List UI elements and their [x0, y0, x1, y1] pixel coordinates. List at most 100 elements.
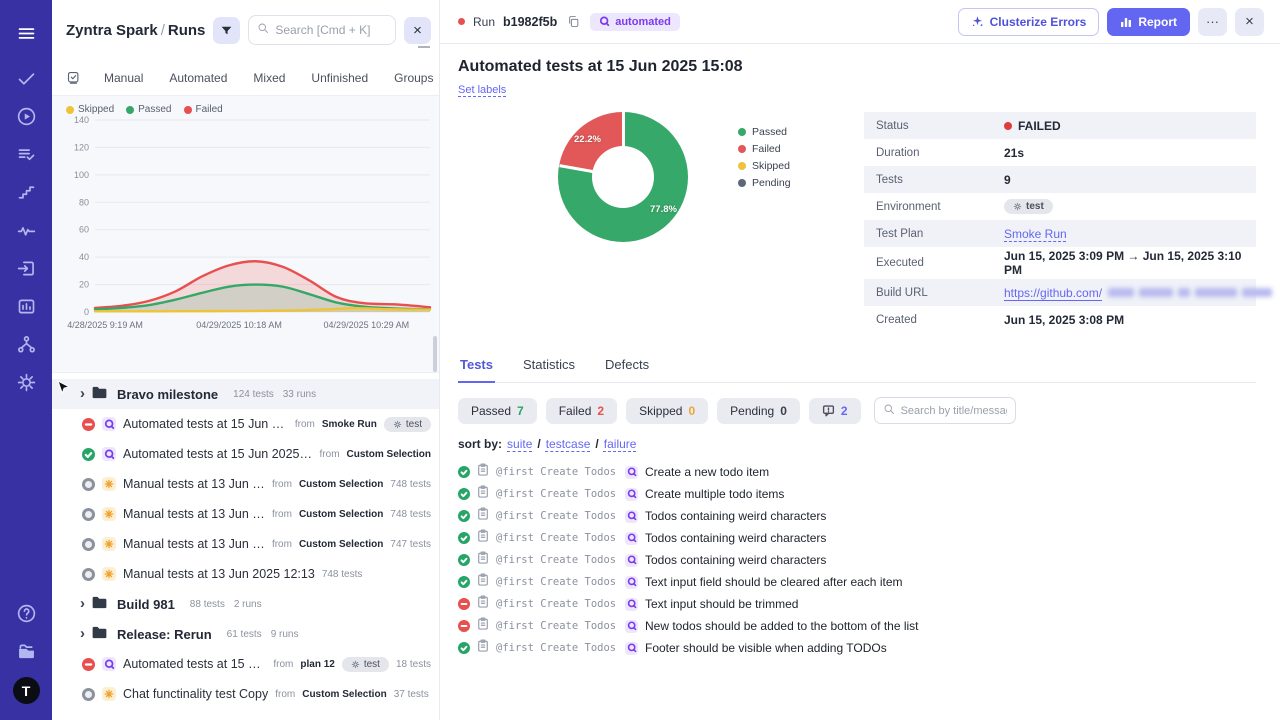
test-title[interactable]: Todos containing weird characters	[645, 553, 826, 567]
projects-icon[interactable]	[14, 639, 38, 663]
chevron-right-icon[interactable]: ›	[80, 386, 85, 401]
tests-search-input[interactable]	[901, 405, 1007, 417]
test-title[interactable]: Create multiple todo items	[645, 487, 784, 501]
help-icon[interactable]	[14, 601, 38, 625]
tab-statistics[interactable]: Statistics	[521, 351, 577, 382]
group-name[interactable]: Build 981	[117, 597, 175, 612]
set-labels-link[interactable]: Set labels	[458, 84, 506, 96]
panel-scrollbar[interactable]	[433, 336, 437, 372]
clusterize-errors-button[interactable]: Clusterize Errors	[958, 8, 1100, 36]
group-name[interactable]: Release: Rerun	[117, 627, 212, 642]
test-title[interactable]: Text input field should be cleared after…	[645, 575, 902, 589]
run-title[interactable]: Automated tests at 15 Jun 2025 15:08	[123, 417, 288, 431]
copy-icon[interactable]	[567, 15, 580, 28]
run-source[interactable]: Smoke Run	[322, 419, 377, 430]
report-button[interactable]: Report	[1107, 8, 1190, 36]
run-source[interactable]: Custom Selection	[347, 449, 431, 460]
run-row[interactable]: Manual tests at 13 Jun 2025 12:17 from C…	[52, 469, 439, 499]
chevron-right-icon[interactable]: ›	[80, 626, 85, 641]
sort-by-suite[interactable]: suite	[507, 437, 532, 451]
steps-icon[interactable]	[14, 180, 38, 204]
run-row[interactable]: Manual tests at 13 Jun 2025 12:13 from C…	[52, 529, 439, 559]
comments-filter-chip[interactable]: 2	[809, 398, 861, 424]
run-source[interactable]: Custom Selection	[299, 539, 383, 550]
tab-groups[interactable]: Groups	[381, 71, 446, 85]
analytics-icon[interactable]	[14, 294, 38, 318]
chevron-right-icon[interactable]: ›	[80, 596, 85, 611]
test-row[interactable]: @first Create Todos... Todos containing …	[458, 549, 1256, 571]
run-title[interactable]: Automated tests at 15 May 2025 12:32	[123, 657, 266, 671]
test-row[interactable]: @first Create Todos... Todos containing …	[458, 505, 1256, 527]
test-row[interactable]: @first Create Todos... Text input should…	[458, 593, 1256, 615]
run-row[interactable]: Manual tests at 13 Jun 2025 12:16 from C…	[52, 499, 439, 529]
run-title[interactable]: Manual tests at 13 Jun 2025 12:13	[123, 537, 265, 551]
tab-manual[interactable]: Manual	[91, 71, 156, 85]
filter-pending-chip[interactable]: Pending0	[717, 398, 800, 424]
filter-passed-chip[interactable]: Passed7	[458, 398, 537, 424]
app-logo[interactable]: T	[13, 677, 40, 704]
run-title[interactable]: Manual tests at 13 Jun 2025 12:17	[123, 477, 265, 491]
more-button[interactable]: ···	[1198, 8, 1227, 36]
test-plan-link[interactable]: Smoke Run	[1004, 227, 1067, 241]
test-row[interactable]: @first Create Todos... Text input field …	[458, 571, 1256, 593]
build-url-link[interactable]: https://github.com/	[1004, 286, 1102, 300]
run-title[interactable]: Manual tests at 13 Jun 2025 12:13	[123, 567, 315, 581]
tab-tests[interactable]: Tests	[458, 351, 495, 383]
run-row[interactable]: Manual tests at 13 Jun 2025 12:13 748 te…	[52, 559, 439, 589]
run-group-row[interactable]: › Bravo milestone 124 tests 33 runs	[52, 379, 439, 409]
runs-list-icon[interactable]	[14, 142, 38, 166]
run-row[interactable]: Automated tests at 15 Jun 2025 15:08 fro…	[52, 409, 439, 439]
skipped-legend-dot	[738, 162, 746, 170]
menu-icon[interactable]	[14, 21, 38, 45]
filter-button[interactable]	[213, 17, 240, 44]
pulse-icon[interactable]	[14, 218, 38, 242]
run-title[interactable]: Manual tests at 13 Jun 2025 12:16	[123, 507, 265, 521]
test-row[interactable]: @first Create Todos... Create a new todo…	[458, 461, 1256, 483]
run-row[interactable]: Automated tests at 15 Jun 2025 15:01 fro…	[52, 439, 439, 469]
panel-resize-grip[interactable]	[418, 46, 430, 49]
test-row[interactable]: @first Create Todos... Footer should be …	[458, 637, 1256, 659]
run-source[interactable]: Custom Selection	[299, 509, 383, 520]
test-title[interactable]: Text input should be trimmed	[645, 597, 798, 611]
test-row[interactable]: @first Create Todos... Todos containing …	[458, 527, 1256, 549]
import-icon[interactable]	[14, 256, 38, 280]
tests-search[interactable]	[874, 397, 1016, 424]
run-group-row[interactable]: › Build 981 88 tests 2 runs	[52, 589, 439, 619]
test-row[interactable]: @first Create Todos... New todos should …	[458, 615, 1256, 637]
filter-failed-chip[interactable]: Failed2	[546, 398, 617, 424]
branches-icon[interactable]	[14, 332, 38, 356]
close-run-button[interactable]: ×	[1235, 8, 1264, 36]
test-title[interactable]: Todos containing weird characters	[645, 531, 826, 545]
runs-search[interactable]	[248, 15, 396, 45]
panel-close-button[interactable]: ×	[404, 17, 431, 44]
svg-text:100: 100	[74, 170, 89, 180]
settings-gear-icon[interactable]	[14, 370, 38, 394]
sort-by-testcase[interactable]: testcase	[546, 437, 591, 451]
group-name[interactable]: Bravo milestone	[117, 387, 218, 402]
test-title[interactable]: Todos containing weird characters	[645, 509, 826, 523]
run-group-row[interactable]: › Release: Rerun 61 tests 9 runs	[52, 619, 439, 649]
checks-icon[interactable]	[14, 66, 38, 90]
run-row[interactable]: Chat functinality test Copy from Custom …	[52, 679, 439, 709]
test-title[interactable]: New todos should be added to the bottom …	[645, 619, 919, 633]
failed-legend-dot	[184, 106, 192, 114]
test-title[interactable]: Footer should be visible when adding TOD…	[645, 641, 887, 655]
play-circle-icon[interactable]	[14, 104, 38, 128]
run-title[interactable]: Chat functinality test Copy	[123, 687, 268, 701]
run-source[interactable]: Custom Selection	[299, 479, 383, 490]
runs-search-input[interactable]	[275, 23, 387, 37]
tab-mixed[interactable]: Mixed	[240, 71, 298, 85]
run-title[interactable]: Automated tests at 15 Jun 2025 15:01	[123, 447, 313, 461]
select-all-icon[interactable]	[66, 70, 81, 85]
test-title[interactable]: Create a new todo item	[645, 465, 769, 479]
test-row[interactable]: @first Create Todos... Create multiple t…	[458, 483, 1256, 505]
run-row[interactable]: Automated tests at 15 May 2025 12:32 fro…	[52, 649, 439, 679]
run-source[interactable]: Custom Selection	[302, 689, 386, 700]
tab-automated[interactable]: Automated	[156, 71, 240, 85]
run-source[interactable]: plan 12	[300, 659, 334, 670]
tab-unfinished[interactable]: Unfinished	[298, 71, 381, 85]
filter-skipped-chip[interactable]: Skipped0	[626, 398, 708, 424]
sort-by-failure[interactable]: failure	[604, 437, 637, 451]
breadcrumb-project[interactable]: Zyntra Spark	[66, 22, 158, 39]
tab-defects[interactable]: Defects	[603, 351, 651, 382]
